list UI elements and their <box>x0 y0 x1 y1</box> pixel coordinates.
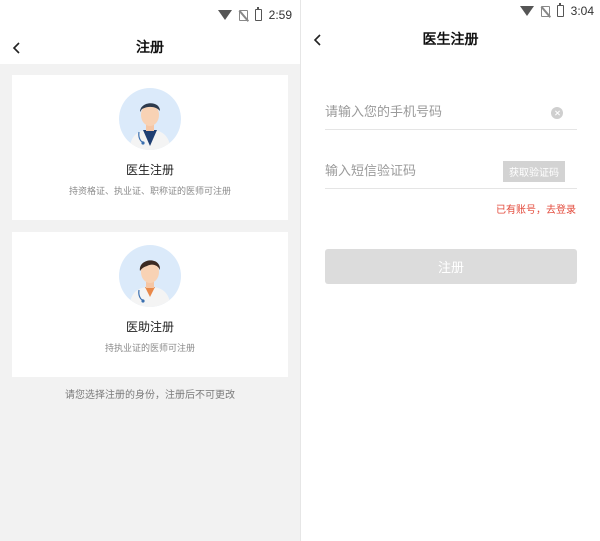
battery-icon <box>254 7 262 21</box>
assistant-register-subtitle: 持执业证的医师可注册 <box>104 344 195 354</box>
back-button[interactable] <box>10 40 24 54</box>
chevron-left-icon <box>313 34 321 46</box>
doctor-avatar-icon <box>129 103 171 150</box>
status-time: 3:04 <box>570 4 594 18</box>
assistant-avatar-icon <box>129 260 171 307</box>
status-bar: 2:59 <box>0 0 300 30</box>
get-code-button[interactable]: 获取验证码 <box>503 161 565 182</box>
page-title: 注册 <box>136 40 164 56</box>
doctor-register-subtitle: 持资格证、执业证、职称证的医师可注册 <box>68 187 231 197</box>
no-sim-icon <box>540 5 550 17</box>
back-button[interactable] <box>311 32 325 46</box>
role-select-screen: 2:59 注册 医生注册 持资格证、执业证、职称证的医师可注册 医助注册 持执业… <box>0 0 300 541</box>
register-button[interactable]: 注册 <box>325 249 577 284</box>
phone-input[interactable] <box>325 105 551 120</box>
login-link[interactable]: 已有账号，去登录 <box>496 201 576 216</box>
status-bar: 3:04 <box>301 0 600 22</box>
sms-code-input[interactable] <box>325 164 503 179</box>
phone-field <box>325 96 577 130</box>
clear-icon[interactable] <box>551 106 563 119</box>
doctor-register-card[interactable]: 医生注册 持资格证、执业证、职称证的医师可注册 <box>12 75 288 220</box>
assistant-register-card[interactable]: 医助注册 持执业证的医师可注册 <box>12 232 288 377</box>
assistant-avatar <box>119 245 181 307</box>
battery-icon <box>556 3 564 17</box>
wifi-icon <box>217 10 232 20</box>
no-sim-icon <box>238 9 248 21</box>
page-title: 医生注册 <box>422 32 479 48</box>
doctor-avatar <box>119 88 181 150</box>
chevron-left-icon <box>12 42 20 54</box>
assistant-register-title: 医助注册 <box>125 320 174 334</box>
role-hint-text: 请您选择注册的身份，注册后不可更改 <box>65 390 235 401</box>
doctor-register-title: 医生注册 <box>125 163 174 177</box>
doctor-register-screen: 3:04 医生注册 获取验证码 已有账号，去登录 注册 <box>300 0 600 541</box>
nav-bar: 注册 <box>0 30 300 64</box>
status-time: 2:59 <box>268 8 292 22</box>
nav-bar: 医生注册 <box>301 22 600 56</box>
code-field: 获取验证码 <box>325 155 577 189</box>
wifi-icon <box>519 6 534 16</box>
